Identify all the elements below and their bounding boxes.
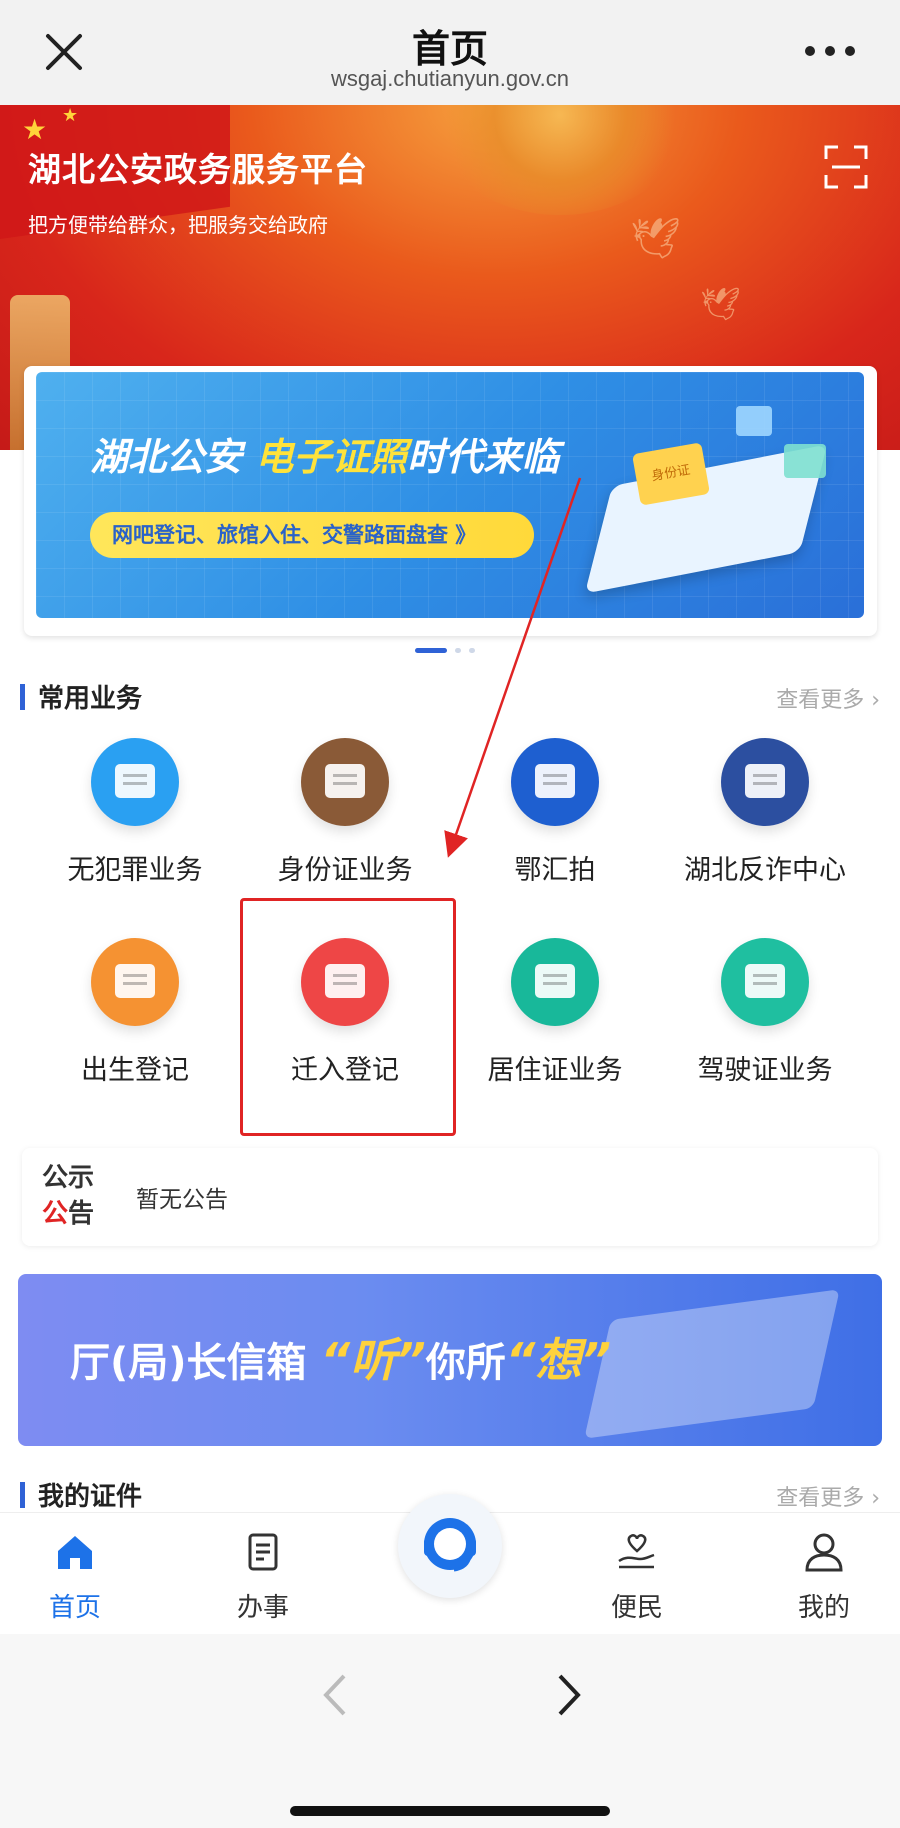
residence-card-icon <box>511 938 599 1026</box>
scan-icon[interactable] <box>824 145 868 189</box>
tab-home[interactable]: 首页 <box>15 1531 135 1624</box>
icon-glyph <box>745 764 785 798</box>
service-item[interactable]: 出生登记 <box>30 938 240 1087</box>
section-title: 我的证件 <box>38 1482 143 1512</box>
tab-label: 我的 <box>797 1593 850 1623</box>
service-label: 出生登记 <box>81 1055 189 1086</box>
card-illustration <box>784 444 826 478</box>
view-more-link[interactable]: 查看更多 › <box>776 1480 880 1512</box>
tab-convenience[interactable]: 便民 <box>577 1531 697 1624</box>
edit-form-icon <box>91 938 179 1026</box>
mailbox-text: 厅(局)长信箱 “听”你所“想” <box>70 1333 612 1387</box>
user-icon <box>805 1533 843 1572</box>
id-card-portrait-icon <box>301 738 389 826</box>
carousel-dot[interactable] <box>469 648 475 653</box>
service-label: 身份证业务 <box>277 855 413 886</box>
icon-glyph <box>745 964 785 998</box>
view-more-link[interactable]: 查看更多 › <box>776 682 880 714</box>
tab-label: 办事 <box>236 1593 289 1623</box>
section-title: 常用业务 <box>38 684 143 714</box>
icon-glyph <box>115 764 155 798</box>
service-item[interactable]: 湖北反诈中心 <box>660 738 870 887</box>
icon-glyph <box>535 964 575 998</box>
forward-arrow-icon[interactable] <box>548 1670 588 1720</box>
director-mailbox-banner[interactable]: 厅(局)长信箱 “听”你所“想” <box>18 1274 882 1446</box>
notice-tag: 公示 公告 <box>42 1163 95 1229</box>
section-bar <box>20 684 25 710</box>
tab-services[interactable]: 办事 <box>203 1531 323 1624</box>
notice-bar[interactable]: 公示 公告 暂无公告 <box>22 1148 878 1246</box>
service-label: 驾驶证业务 <box>697 1055 833 1086</box>
driving-license-icon <box>721 938 809 1026</box>
service-item[interactable]: 身份证业务 <box>240 738 450 887</box>
service-label: 无犯罪业务 <box>67 855 203 886</box>
service-label: 湖北反诈中心 <box>684 855 846 886</box>
id-card-icon <box>91 738 179 826</box>
icon-glyph <box>535 764 575 798</box>
app-subtitle: 把方便带给群众，把服务交给政府 <box>28 213 328 237</box>
carousel-dot[interactable] <box>455 648 461 653</box>
service-label: 鄂汇拍 <box>514 855 596 886</box>
app-title: 湖北公安政务服务平台 <box>28 150 368 189</box>
section-bar <box>20 1482 25 1508</box>
page-url: wsgaj.chutianyun.gov.cn <box>330 66 570 91</box>
icon-glyph <box>325 764 365 798</box>
carousel-dot-active[interactable] <box>415 648 447 653</box>
browser-toolbar <box>0 1634 900 1828</box>
dove-decoration: 🕊 <box>630 216 681 262</box>
phone-camera-icon <box>511 738 599 826</box>
notice-message: 暂无公告 <box>136 1187 228 1213</box>
star-decoration: ★ <box>22 113 48 146</box>
tab-label: 便民 <box>610 1593 663 1623</box>
more-options-icon[interactable] <box>800 36 860 66</box>
service-item[interactable]: 无犯罪业务 <box>30 738 240 887</box>
tab-label: 首页 <box>48 1593 101 1623</box>
page-title: 首页 <box>411 27 488 71</box>
home-icon <box>58 1536 92 1569</box>
banner-title: 湖北公安 电子证照时代来临 <box>90 435 560 479</box>
emblem-decoration <box>430 105 690 215</box>
customer-service-icon <box>424 1518 476 1572</box>
icon-glyph <box>115 964 155 998</box>
service-item[interactable]: 驾驶证业务 <box>660 938 870 1087</box>
tab-mine[interactable]: 我的 <box>764 1531 884 1624</box>
dove-decoration: 🕊 <box>700 285 741 323</box>
common-services-header: 常用业务 查看更多 › <box>20 678 880 718</box>
document-icon <box>248 1533 278 1571</box>
letter-illustration <box>584 1289 840 1439</box>
home-indicator[interactable] <box>290 1806 610 1816</box>
carousel-indicator <box>415 640 483 653</box>
e-certificate-banner[interactable]: 湖北公安 电子证照时代来临 网吧登记、旅馆入住、交警路面盘查 》 身份证 <box>36 372 864 618</box>
service-item[interactable]: 居住证业务 <box>450 938 660 1087</box>
customer-service-button[interactable] <box>398 1494 502 1598</box>
hand-heart-icon <box>618 1534 655 1569</box>
banner-pill: 网吧登记、旅馆入住、交警路面盘查 》 <box>90 512 534 558</box>
star-decoration: ★ <box>62 105 79 126</box>
card-illustration <box>736 406 772 436</box>
top-nav-bar: 首页 wsgaj.chutianyun.gov.cn <box>0 0 900 105</box>
service-item[interactable]: 鄂汇拍 <box>450 738 660 887</box>
highlight-box <box>240 898 456 1136</box>
police-shield-icon <box>721 738 809 826</box>
back-arrow-icon[interactable] <box>316 1670 356 1720</box>
service-label: 居住证业务 <box>487 1055 623 1086</box>
